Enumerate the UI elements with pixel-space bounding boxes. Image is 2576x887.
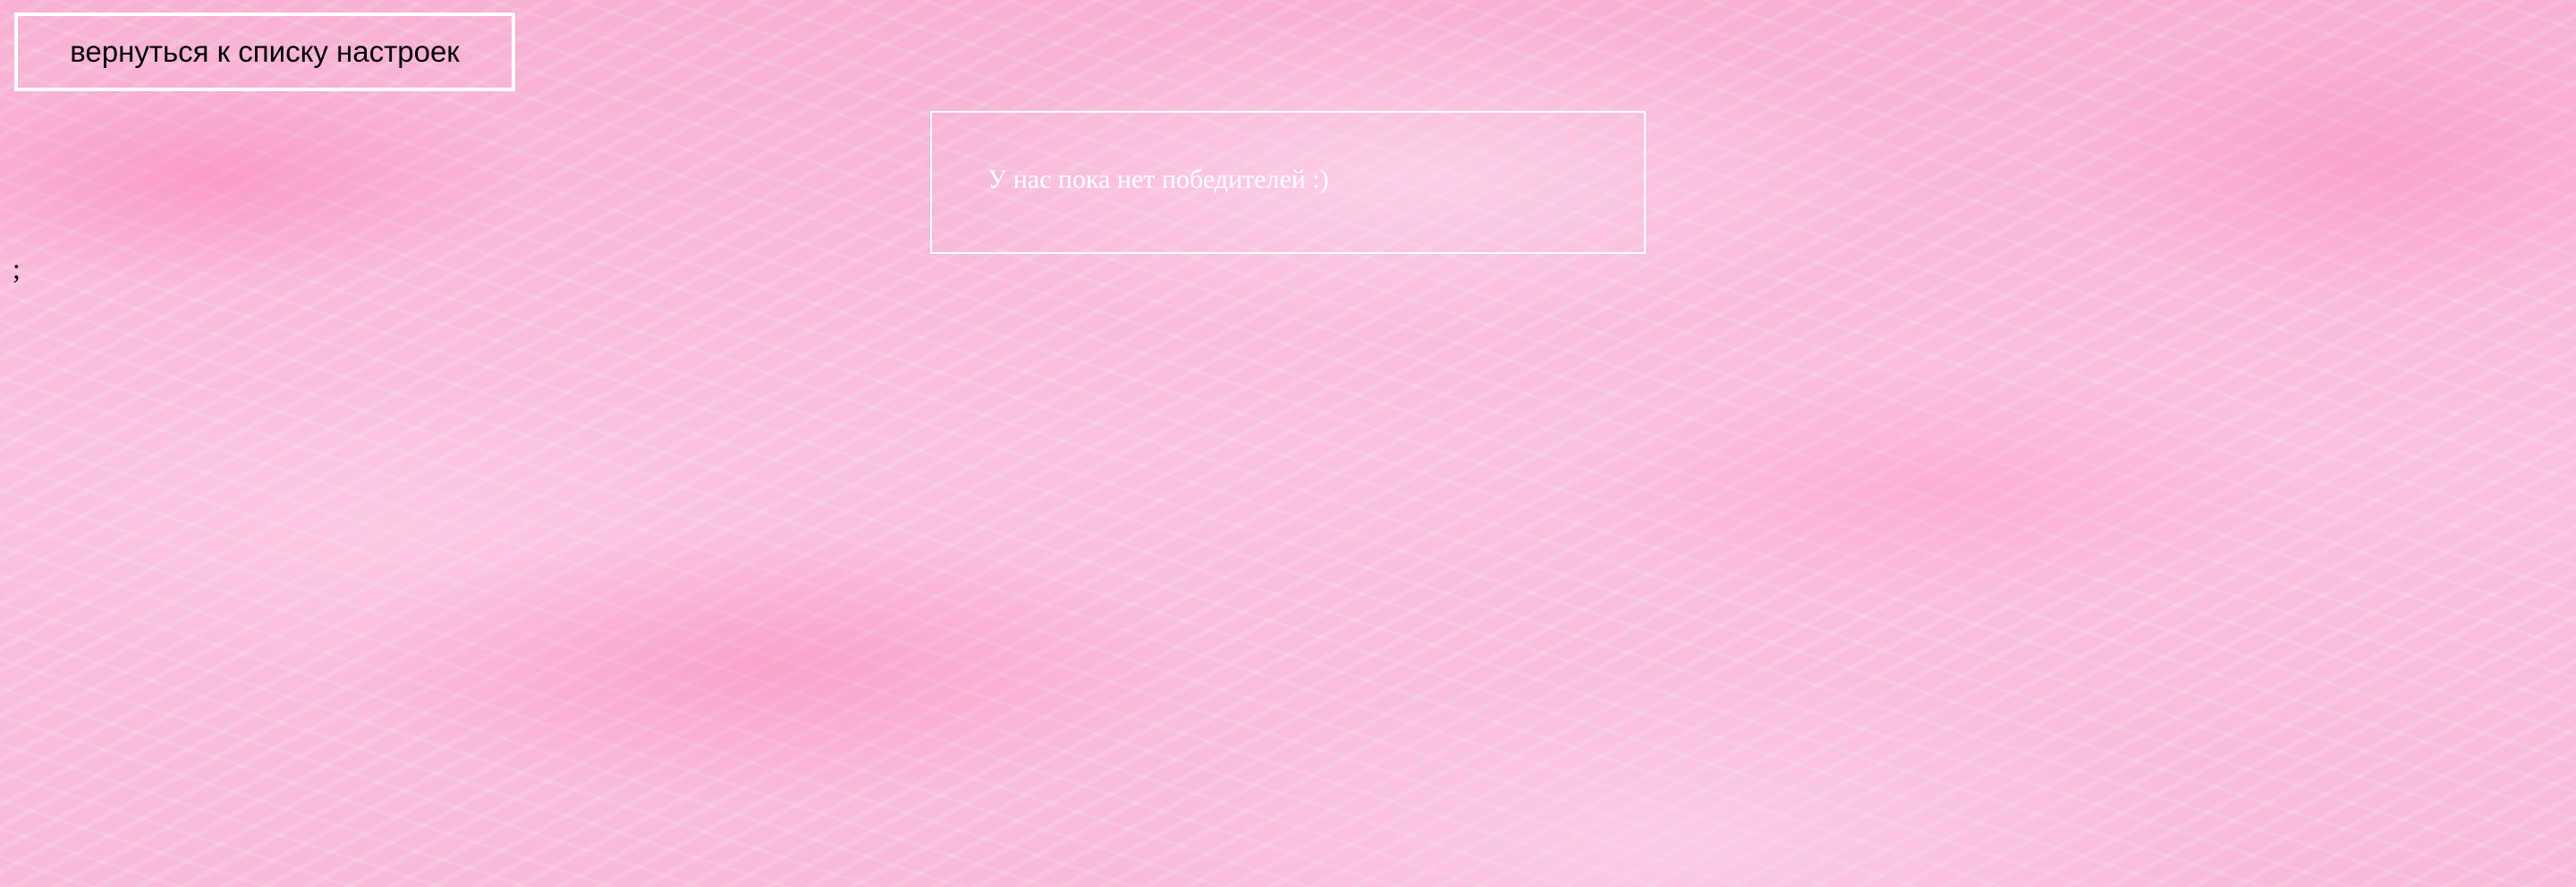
no-winners-message: У нас пока нет победителей :) <box>987 165 1329 194</box>
winners-panel: У нас пока нет победителей :) <box>930 111 1646 254</box>
stray-text: ; <box>13 252 21 284</box>
back-to-settings-list-button[interactable]: вернуться к списку настроек <box>14 13 515 91</box>
